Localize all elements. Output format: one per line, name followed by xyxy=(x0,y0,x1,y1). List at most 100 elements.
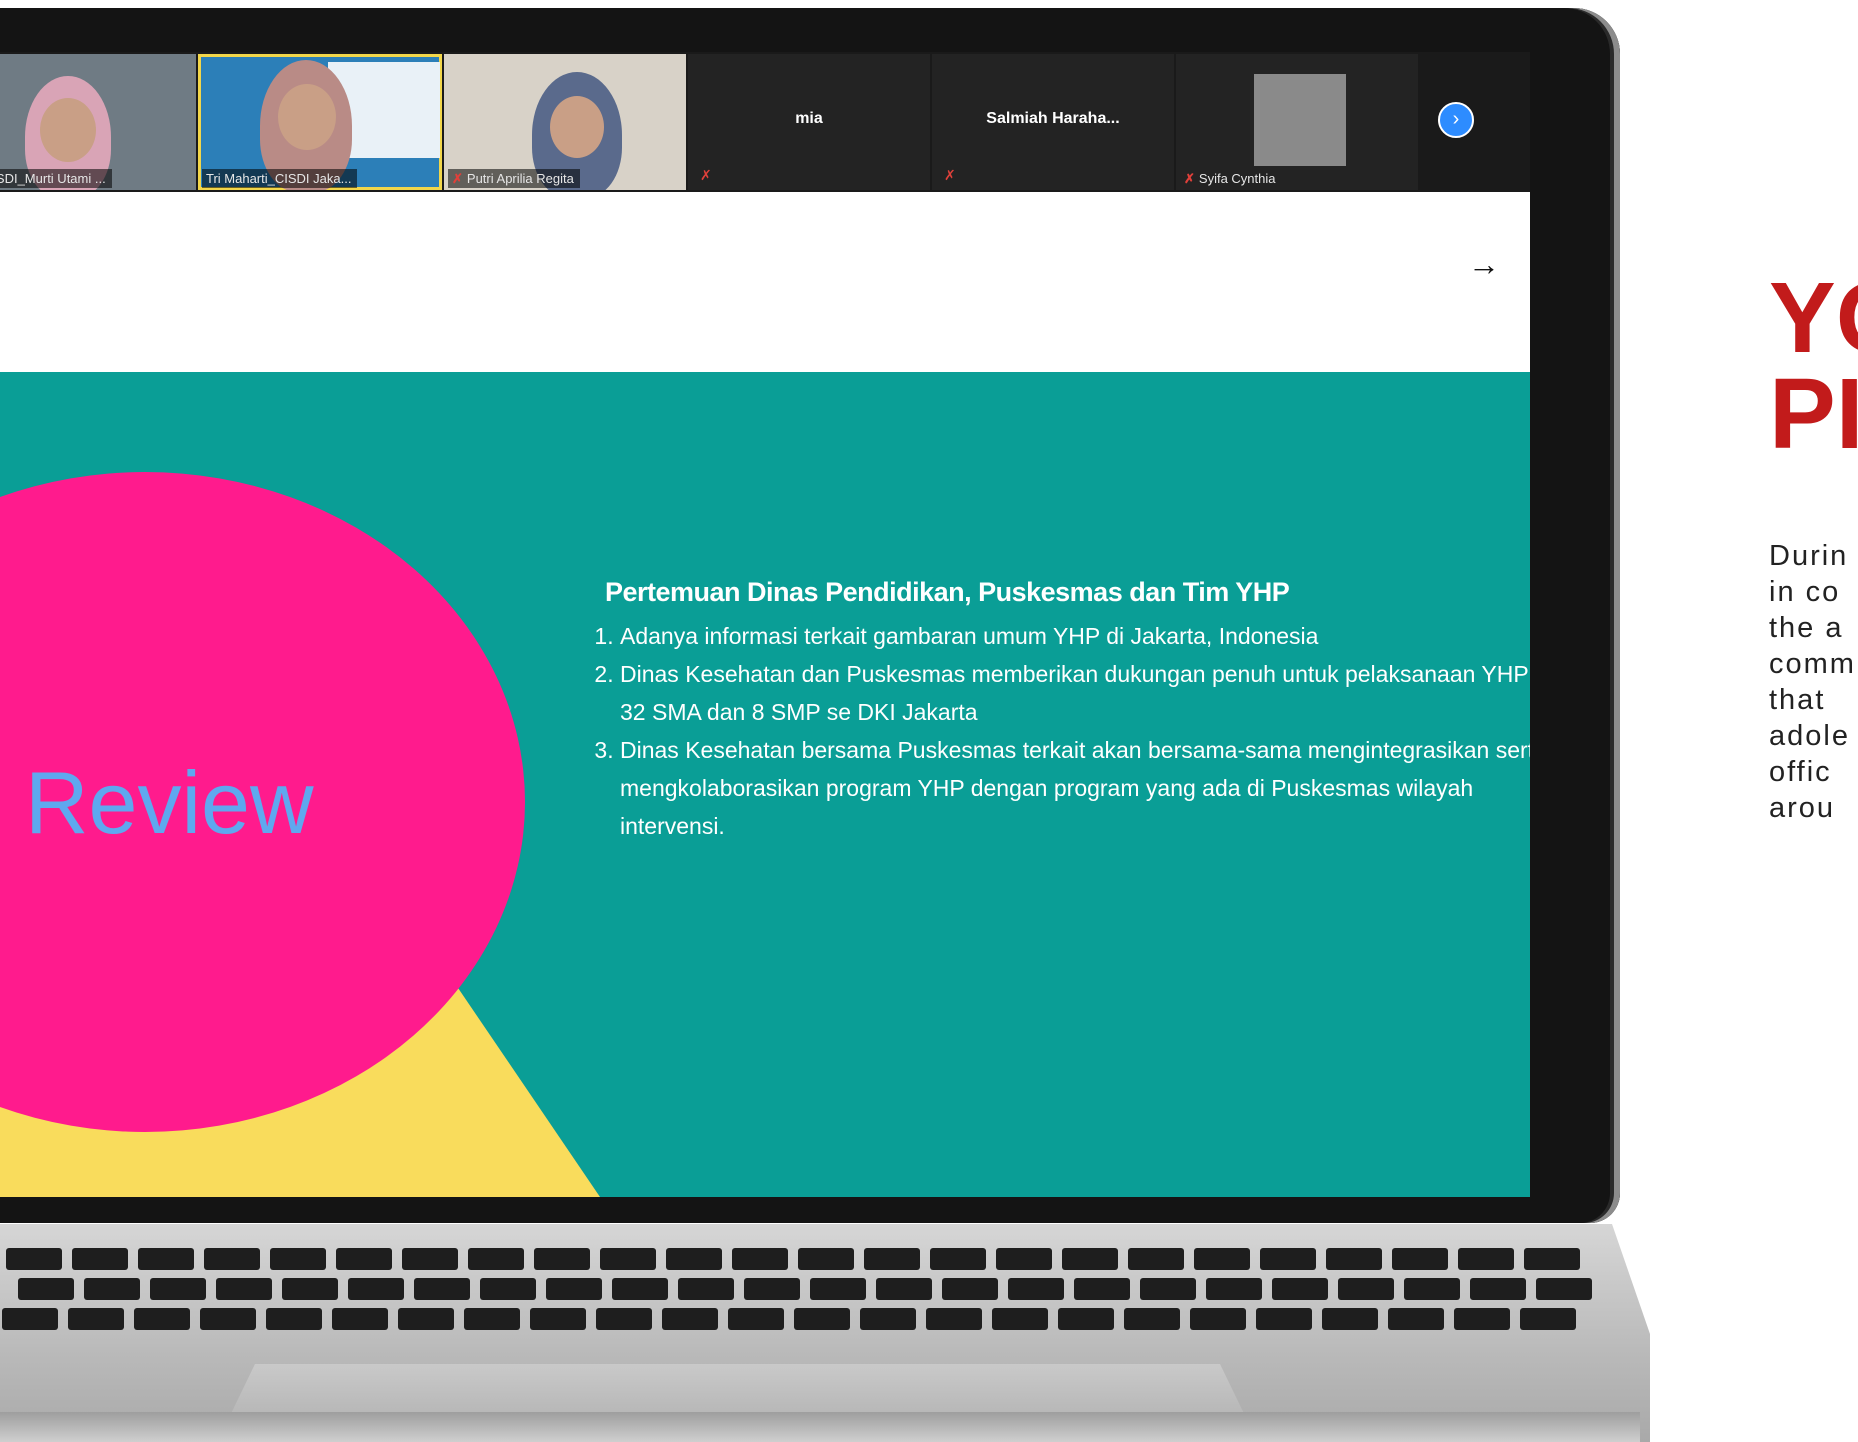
keyboard-key xyxy=(336,1248,392,1270)
keyboard-key xyxy=(666,1248,722,1270)
participant-face xyxy=(550,96,604,158)
slide-point: Dinas Kesehatan bersama Puskesmas terkai… xyxy=(620,731,1530,845)
keyboard xyxy=(0,1242,1600,1336)
keyboard-key xyxy=(530,1308,586,1330)
keyboard-key xyxy=(662,1308,718,1330)
keyboard-key xyxy=(72,1248,128,1270)
side-body-line: Durin xyxy=(1769,540,1849,572)
participant-name-label: ✗ Putri Aprilia Regita xyxy=(448,169,580,188)
slide-top-area: → xyxy=(0,192,1530,372)
keyboard-key xyxy=(6,1248,62,1270)
keyboard-key xyxy=(282,1278,338,1300)
keyboard-key xyxy=(332,1308,388,1330)
keyboard-key xyxy=(1206,1278,1262,1300)
keyboard-key xyxy=(732,1248,788,1270)
participant-face xyxy=(40,98,96,162)
keyboard-key xyxy=(68,1308,124,1330)
slide-point: Dinas Kesehatan dan Puskesmas memberikan… xyxy=(620,655,1530,731)
keyboard-key xyxy=(348,1278,404,1300)
laptop-screen: ✗CISDI_Murti Utami ... Tri Maharti_CISDI… xyxy=(0,52,1530,1197)
keyboard-key xyxy=(930,1248,986,1270)
participant-name: mia xyxy=(795,110,823,127)
keyboard-key xyxy=(402,1248,458,1270)
keyboard-key xyxy=(1520,1308,1576,1330)
participant-profile-photo xyxy=(1254,74,1346,166)
participant-tile[interactable]: ✗ Putri Aprilia Regita xyxy=(444,54,686,190)
keyboard-key xyxy=(1404,1278,1460,1300)
side-body-line: arou xyxy=(1769,792,1836,824)
keyboard-key xyxy=(534,1248,590,1270)
arrow-right-icon: → xyxy=(1468,246,1500,282)
keyboard-key xyxy=(864,1248,920,1270)
participant-name-label: ✗CISDI_Murti Utami ... xyxy=(0,169,112,188)
slide-heading: Pertemuan Dinas Pendidikan, Puskesmas da… xyxy=(605,577,1290,607)
slide-point-list: Adanya informasi terkait gambaran umum Y… xyxy=(594,617,1530,845)
keyboard-key xyxy=(678,1278,734,1300)
keyboard-key xyxy=(480,1278,536,1300)
muted-mic-icon: ✗ xyxy=(1184,171,1195,186)
participant-tile[interactable]: mia ✗ xyxy=(688,54,930,190)
keyboard-key xyxy=(1470,1278,1526,1300)
keyboard-key xyxy=(2,1308,58,1330)
slide-main-area: Review Pertemuan Dinas Pendidikan, Puske… xyxy=(0,372,1530,1197)
keyboard-key xyxy=(728,1308,784,1330)
keyboard-key xyxy=(1524,1248,1580,1270)
keyboard-key xyxy=(600,1248,656,1270)
side-body-line: adole xyxy=(1769,720,1850,752)
keyboard-key xyxy=(1454,1308,1510,1330)
keyboard-key xyxy=(1062,1248,1118,1270)
keyboard-key xyxy=(1388,1308,1444,1330)
keyboard-key xyxy=(1128,1248,1184,1270)
keyboard-key xyxy=(1140,1278,1196,1300)
side-body-line: comm xyxy=(1769,648,1856,680)
key-row xyxy=(18,1278,1592,1300)
keyboard-key xyxy=(942,1278,998,1300)
keyboard-key xyxy=(546,1278,602,1300)
laptop-front-edge xyxy=(0,1412,1640,1442)
keyboard-key xyxy=(398,1308,454,1330)
keyboard-key xyxy=(744,1278,800,1300)
keyboard-key xyxy=(1260,1248,1316,1270)
keyboard-key xyxy=(1392,1248,1448,1270)
keyboard-key xyxy=(200,1308,256,1330)
keyboard-key xyxy=(150,1278,206,1300)
keyboard-key xyxy=(1536,1278,1592,1300)
keyboard-key xyxy=(266,1308,322,1330)
keyboard-key xyxy=(1008,1278,1064,1300)
side-title: YO PI xyxy=(1769,262,1858,470)
keyboard-key xyxy=(1272,1278,1328,1300)
muted-mic-icon: ✗ xyxy=(700,167,712,183)
participant-tile[interactable]: ✗ Syifa Cynthia xyxy=(1176,54,1418,190)
participant-name-label: Tri Maharti_CISDI Jaka... xyxy=(202,169,358,188)
participant-tile[interactable]: ✗CISDI_Murti Utami ... xyxy=(0,54,196,190)
muted-mic-icon: ✗ xyxy=(452,171,463,186)
keyboard-key xyxy=(996,1248,1052,1270)
keyboard-key xyxy=(1256,1308,1312,1330)
keyboard-key xyxy=(134,1308,190,1330)
side-body-line: offic xyxy=(1769,756,1832,788)
laptop-bezel: ✗CISDI_Murti Utami ... Tri Maharti_CISDI… xyxy=(0,8,1620,1223)
keyboard-key xyxy=(612,1278,668,1300)
participant-tile[interactable]: Salmiah Haraha... ✗ xyxy=(932,54,1174,190)
keyboard-key xyxy=(1074,1278,1130,1300)
side-title-line: PI xyxy=(1769,358,1858,470)
side-body-line: the a xyxy=(1769,612,1844,644)
side-body-line: in co xyxy=(1769,576,1841,608)
participant-tile-active-speaker[interactable]: Tri Maharti_CISDI Jaka... xyxy=(198,54,442,190)
keyboard-key xyxy=(794,1308,850,1330)
side-body-line: that xyxy=(1769,684,1826,716)
keyboard-key xyxy=(1326,1248,1382,1270)
next-page-chevron-right-icon[interactable]: › xyxy=(1438,102,1474,138)
keyboard-key xyxy=(1458,1248,1514,1270)
keyboard-key xyxy=(810,1278,866,1300)
participant-name-label: ✗ Syifa Cynthia xyxy=(1184,171,1276,186)
side-title-line: YO xyxy=(1769,262,1858,374)
keyboard-key xyxy=(1190,1308,1246,1330)
key-row xyxy=(2,1308,1576,1330)
keyboard-key xyxy=(84,1278,140,1300)
review-label: Review xyxy=(25,753,314,852)
keyboard-key xyxy=(1058,1308,1114,1330)
keyboard-key xyxy=(1322,1308,1378,1330)
keyboard-key xyxy=(1338,1278,1394,1300)
participant-face xyxy=(278,84,336,150)
